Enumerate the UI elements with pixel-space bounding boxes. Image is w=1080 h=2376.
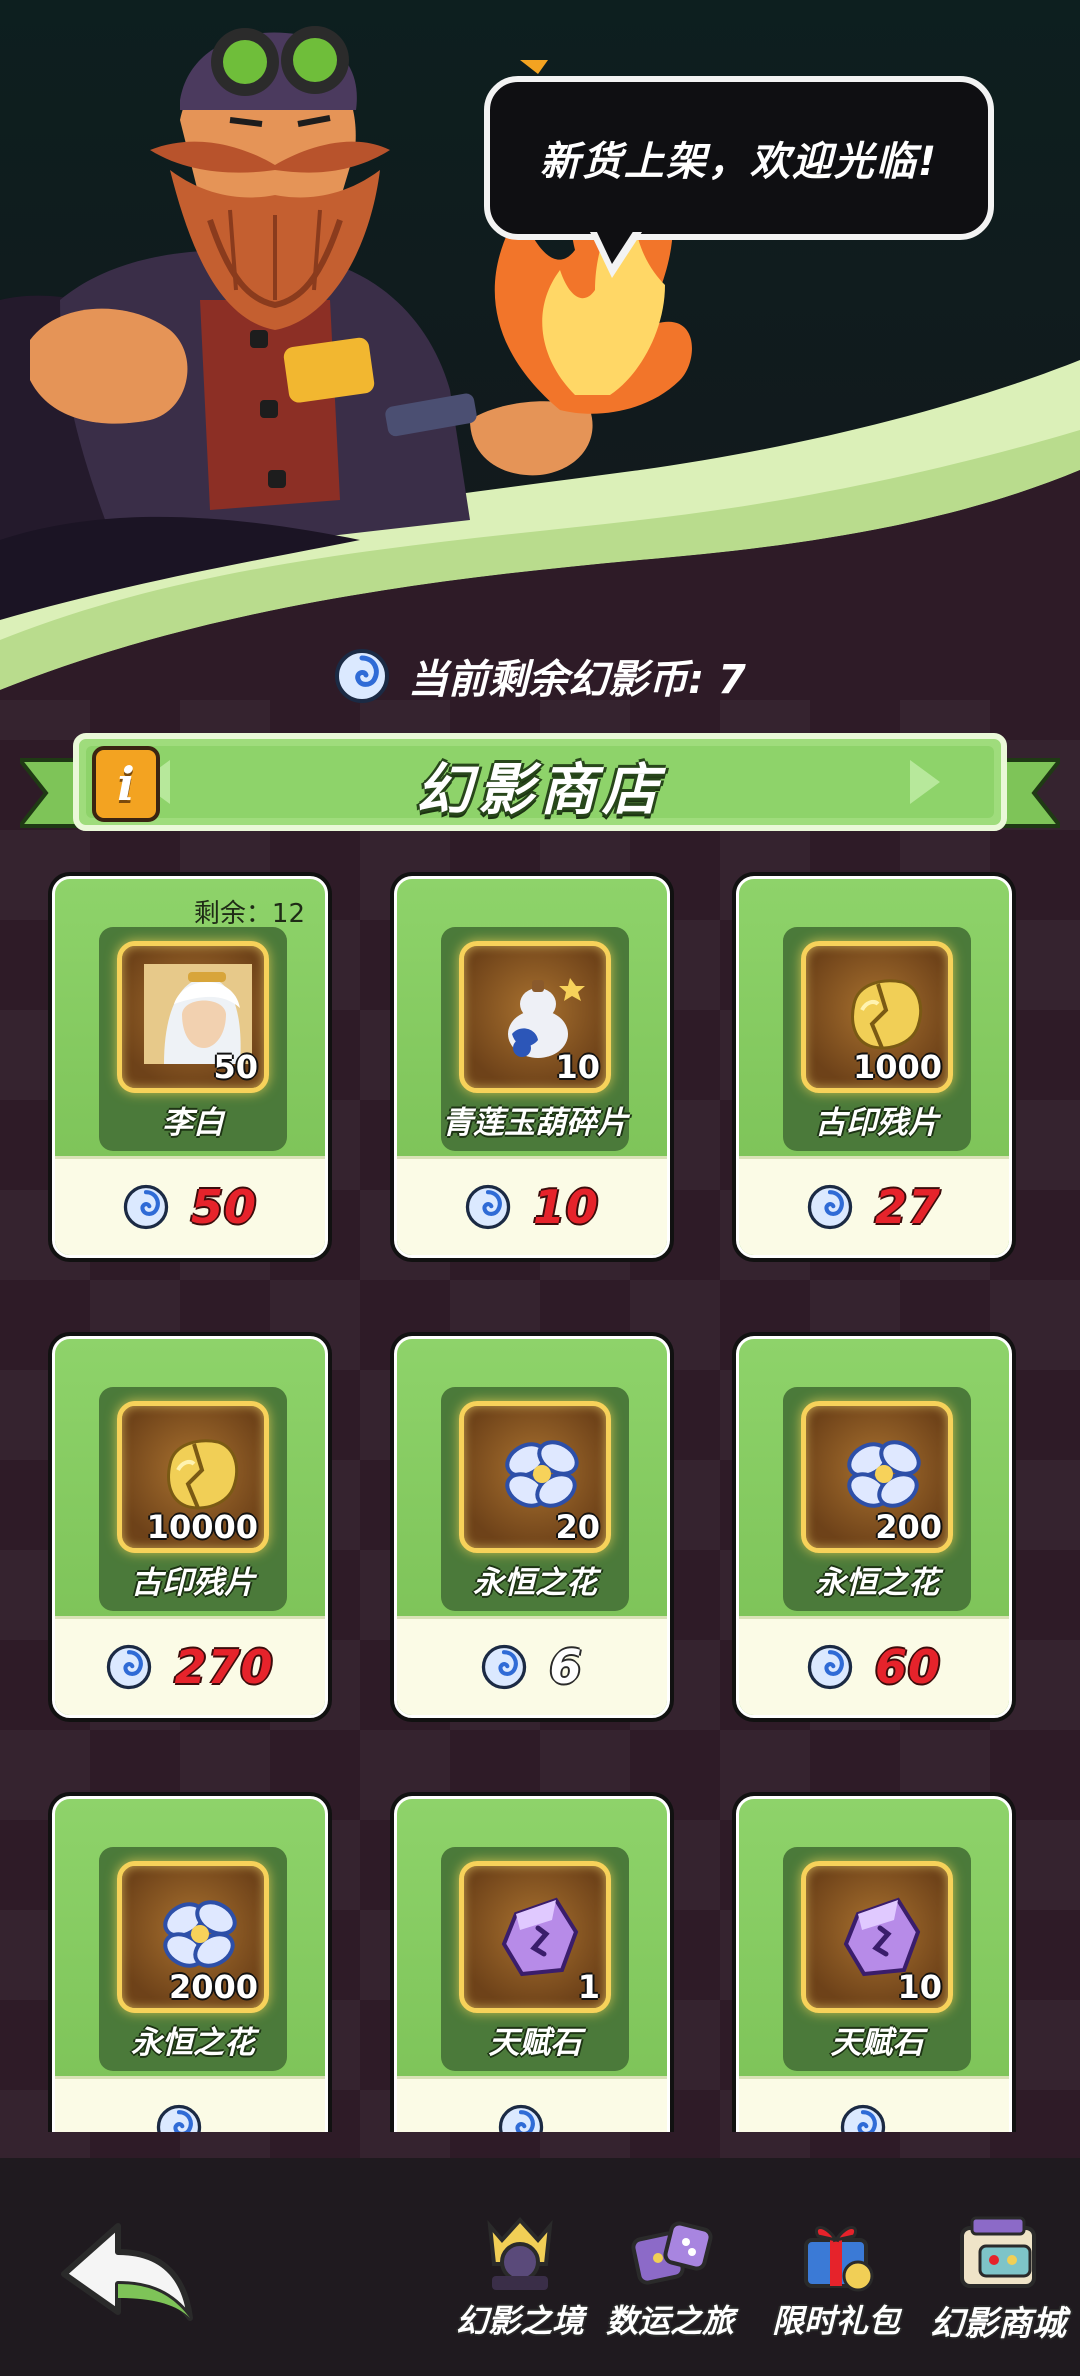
price-bar: 60 [739, 1616, 1009, 1715]
item-name: 古印残片 [815, 1105, 939, 1141]
speech-text: 新货上架，欢迎光临! [539, 139, 939, 185]
item-price: 6 [549, 1640, 583, 1694]
shop-title-ribbon: i 幻影商店 [15, 730, 1065, 840]
item-count: 1 [577, 1968, 600, 2006]
shop-item-card[interactable]: 200 永恒之花 60 [732, 1332, 1016, 1722]
coin-balance-text: 当前剩余幻影币: 7 [408, 657, 746, 703]
item-frame: 1000 [801, 941, 953, 1093]
item-price: 50 [190, 1180, 257, 1234]
item-frame: 20 [459, 1401, 611, 1553]
shop-title: 幻影商店 [416, 757, 664, 823]
price-bar: 50 [55, 1156, 325, 1255]
item-count: 10 [555, 1048, 600, 1086]
back-arrow-icon[interactable] [56, 2218, 196, 2328]
item-frame: 10000 [117, 1401, 269, 1553]
item-name: 永恒之花 [473, 1565, 597, 1601]
gift-pack-icon [804, 2226, 874, 2292]
phantom-coin-icon [123, 1184, 169, 1230]
price-bar: 10 [397, 1156, 667, 1255]
dice-journey-icon [631, 2221, 713, 2285]
nav-label: 数运之旅 [605, 2302, 734, 2340]
item-plate: 10 青莲玉葫碎片 [441, 927, 629, 1151]
phantom-realm-icon [487, 2217, 553, 2290]
speech-bubble-tail-inner [596, 230, 634, 264]
item-plate: 20 永恒之花 [441, 1387, 629, 1611]
item-price: 60 [874, 1640, 941, 1694]
item-plate: 50 李白 [99, 927, 287, 1151]
item-plate: 1000 古印残片 [783, 927, 971, 1151]
item-count: 20 [555, 1508, 600, 1546]
price-bar: 6 [397, 1616, 667, 1715]
price-bar [739, 2076, 1009, 2132]
nav-limited-gift[interactable]: 限时礼包 [756, 2206, 916, 2356]
shop-item-grid: 剩余：12 50 李白 50 10 青莲玉葫碎片 10 1000 古印残片 27… [48, 872, 1032, 2132]
nav-dice-journey[interactable]: 数运之旅 [590, 2206, 750, 2356]
price-bar [397, 2076, 667, 2132]
stock-remaining: 剩余：12 [193, 899, 305, 929]
shop-item-card[interactable]: 1000 古印残片 27 [732, 872, 1016, 1262]
item-count: 50 [213, 1048, 258, 1086]
item-name: 李白 [162, 1105, 224, 1141]
bottom-navigation: 幻影之境 数运之旅 限时礼包 幻影商城 [0, 2158, 1080, 2376]
item-price: 10 [532, 1180, 599, 1234]
phantom-coin-icon [156, 2104, 202, 2132]
shop-item-card[interactable]: 剩余：12 50 李白 50 [48, 872, 332, 1262]
phantom-mall-icon [960, 2216, 1036, 2288]
nav-phantom-realm[interactable]: 幻影之境 [440, 2206, 600, 2356]
phantom-coin-icon [465, 1184, 511, 1230]
item-frame: 1 [459, 1861, 611, 2013]
nav-label: 幻影商城 [930, 2304, 1066, 2344]
item-name: 天赋石 [830, 2025, 924, 2061]
shop-item-card[interactable]: 2000 永恒之花 [48, 1792, 332, 2132]
speech-bubble: 新货上架，欢迎光临! [484, 76, 994, 240]
price-bar: 270 [55, 1616, 325, 1715]
price-bar [55, 2076, 325, 2132]
item-frame: 50 [117, 941, 269, 1093]
item-name: 青莲玉葫碎片 [442, 1105, 628, 1141]
phantom-coin-icon [107, 1644, 152, 1690]
price-bar: 27 [739, 1156, 1009, 1255]
nav-label: 幻影之境 [455, 2302, 584, 2340]
shop-item-card[interactable]: 10000 古印残片 270 [48, 1332, 332, 1722]
shop-item-card[interactable]: 10 青莲玉葫碎片 10 [390, 872, 674, 1262]
item-count: 200 [875, 1508, 942, 1546]
item-count: 1000 [852, 1048, 942, 1086]
item-count: 10000 [146, 1508, 258, 1546]
item-plate: 1 天赋石 [441, 1847, 629, 2071]
item-count: 10 [897, 1968, 942, 2006]
item-frame: 2000 [117, 1861, 269, 2013]
item-name: 天赋石 [488, 2025, 582, 2061]
phantom-coin-icon [807, 1184, 853, 1230]
coin-balance: 当前剩余幻影币: 7 [0, 636, 1080, 716]
item-frame: 10 [801, 1861, 953, 2013]
phantom-coin-icon [840, 2104, 886, 2132]
item-price: 270 [174, 1640, 274, 1694]
nav-phantom-mall[interactable]: 幻影商城 [918, 2206, 1078, 2356]
phantom-coin-icon [807, 1644, 853, 1690]
item-plate: 200 永恒之花 [783, 1387, 971, 1611]
item-frame: 200 [801, 1401, 953, 1553]
shop-item-card[interactable]: 20 永恒之花 6 [390, 1332, 674, 1722]
phantom-coin-icon [482, 1644, 527, 1690]
item-plate: 2000 永恒之花 [99, 1847, 287, 2071]
item-count: 2000 [168, 1968, 258, 2006]
phantom-coin-icon [498, 2104, 544, 2132]
item-plate: 10000 古印残片 [99, 1387, 287, 1611]
item-name: 古印残片 [131, 1565, 255, 1601]
shop-item-card[interactable]: 10 天赋石 [732, 1792, 1016, 2132]
item-name: 永恒之花 [131, 2025, 255, 2061]
item-plate: 10 天赋石 [783, 1847, 971, 2071]
phantom-coin-icon [335, 649, 390, 703]
shop-item-card[interactable]: 1 天赋石 [390, 1792, 674, 2132]
item-frame: 10 [459, 941, 611, 1093]
merchant-banner: 新货上架，欢迎光临! [0, 0, 1080, 700]
nav-label: 限时礼包 [771, 2302, 900, 2340]
item-price: 27 [874, 1180, 941, 1234]
item-name: 永恒之花 [815, 1565, 939, 1601]
